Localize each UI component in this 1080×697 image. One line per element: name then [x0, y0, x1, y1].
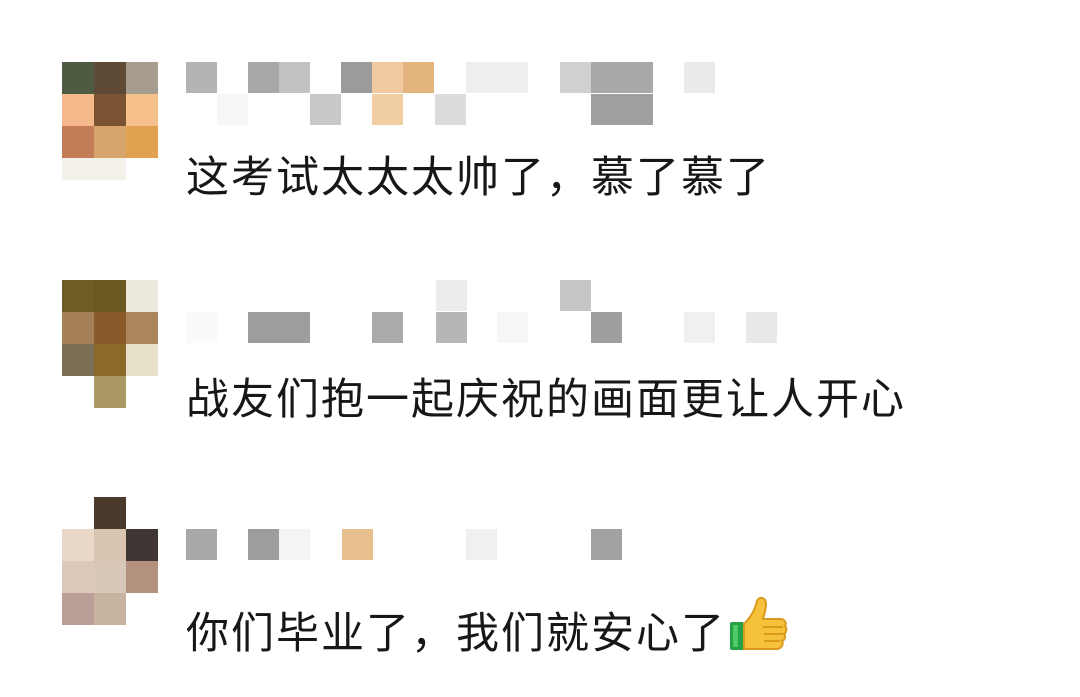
comment-text: 这考试太太太帅了，慕了慕了 — [186, 153, 771, 203]
comment-text: 战友们抱一起庆祝的画面更让人开心 — [186, 375, 906, 425]
avatar[interactable] — [62, 280, 158, 410]
comment-text-content: 你们毕业了，我们就安心了 — [186, 609, 726, 659]
avatar[interactable] — [62, 62, 158, 192]
username-blurred[interactable] — [186, 62, 786, 126]
thumbs-up-icon — [728, 596, 788, 665]
username-blurred[interactable] — [186, 280, 786, 344]
avatar[interactable] — [62, 497, 158, 627]
comment-text: 你们毕业了，我们就安心了 — [186, 596, 788, 665]
username-blurred[interactable] — [186, 497, 786, 561]
